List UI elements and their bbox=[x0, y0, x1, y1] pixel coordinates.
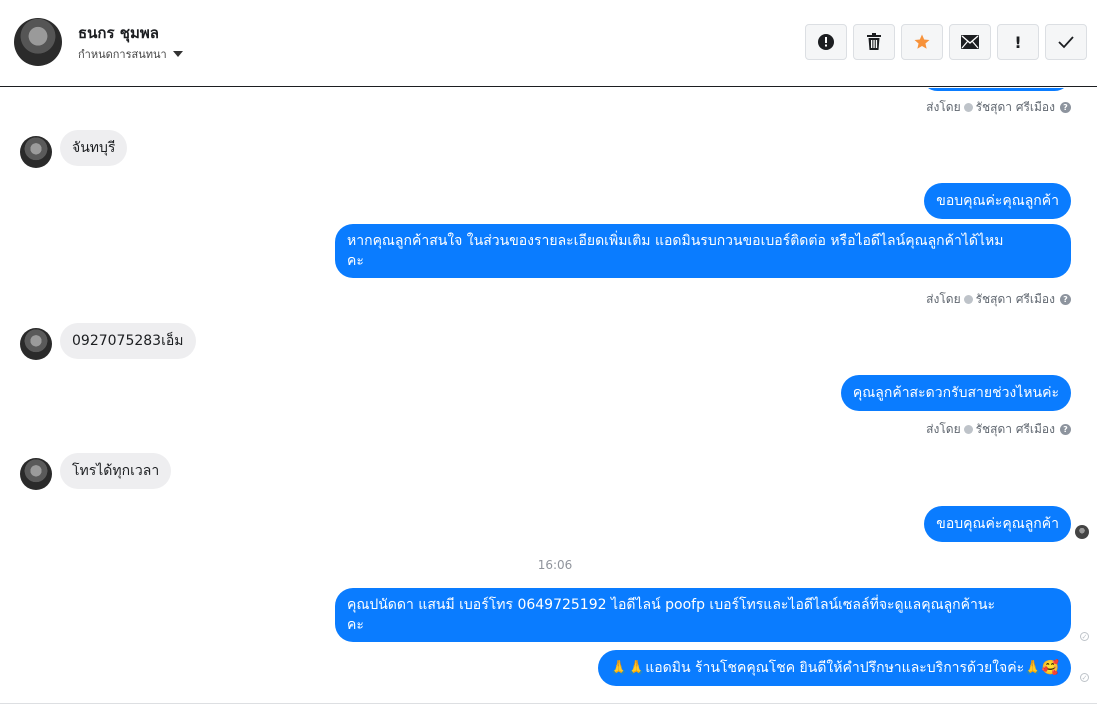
follow-up-button[interactable]: ! bbox=[997, 24, 1039, 60]
contact-avatar[interactable] bbox=[14, 18, 62, 66]
message-line: คะ bbox=[347, 617, 364, 633]
outgoing-message[interactable]: ขอบคุณค่ะคุณลูกค้า bbox=[924, 506, 1071, 542]
header-toolbar: ! bbox=[805, 24, 1087, 60]
help-icon[interactable]: ? bbox=[1060, 424, 1071, 435]
conversation-schedule-label: กำหนดการสนทนา bbox=[78, 48, 167, 61]
incoming-message[interactable]: โทรได้ทุกเวลา bbox=[60, 453, 172, 489]
previous-outgoing-bubble bbox=[921, 88, 1071, 91]
incoming-message[interactable]: 0927075283เอ็ม bbox=[60, 323, 196, 359]
contact-name[interactable]: ธนกร ชุมพล bbox=[78, 21, 159, 45]
message-line: หากคุณลูกค้าสนใจ ในส่วนของรายละเอียดเพิ่… bbox=[347, 233, 1004, 249]
outgoing-message[interactable]: ขอบคุณค่ะคุณลูกค้า bbox=[924, 183, 1071, 219]
conversation-schedule-dropdown[interactable]: กำหนดการสนทนา bbox=[78, 45, 183, 63]
exclamation-icon: ! bbox=[1014, 32, 1022, 52]
sent-by-label: ส่งโดย รัชสุดา ศรีเมือง ? bbox=[926, 98, 1071, 117]
help-icon[interactable]: ? bbox=[1060, 294, 1071, 305]
sent-by-agent: รัชสุดา ศรีเมือง bbox=[975, 292, 1055, 306]
sent-by-agent: รัชสุดา ศรีเมือง bbox=[975, 100, 1055, 114]
mark-done-button[interactable] bbox=[1045, 24, 1087, 60]
caret-down-icon bbox=[172, 51, 183, 57]
timestamp-separator: 16:06 bbox=[537, 558, 573, 572]
sent-by-prefix: ส่งโดย bbox=[926, 292, 961, 306]
agent-dot-icon bbox=[963, 295, 973, 304]
delete-button[interactable] bbox=[853, 24, 895, 60]
outgoing-message[interactable]: หากคุณลูกค้าสนใจ ในส่วนของรายละเอียดเพิ่… bbox=[335, 224, 1071, 278]
email-button[interactable] bbox=[949, 24, 991, 60]
message-thread[interactable]: ส่งโดย รัชสุดา ศรีเมือง ? จันทบุรี ขอบคุ… bbox=[0, 88, 1097, 707]
agent-dot-icon bbox=[963, 425, 973, 434]
agent-dot-icon bbox=[963, 103, 973, 112]
check-icon bbox=[1058, 36, 1074, 49]
outgoing-message[interactable]: 🙏🙏แอดมิน ร้านโชคคุณโชค ยินดีให้คำปรึกษาแ… bbox=[598, 650, 1071, 686]
sent-by-prefix: ส่งโดย bbox=[926, 100, 961, 114]
sent-status-icon: ✓ bbox=[1080, 673, 1089, 682]
alert-circle-icon bbox=[818, 34, 834, 50]
message-line: คะ bbox=[347, 253, 364, 269]
help-icon[interactable]: ? bbox=[1060, 102, 1071, 113]
incoming-message[interactable]: จันทบุรี bbox=[60, 130, 128, 166]
sent-status-icon: ✓ bbox=[1080, 632, 1089, 641]
star-button[interactable] bbox=[901, 24, 943, 60]
envelope-icon bbox=[961, 35, 979, 49]
composer-divider bbox=[0, 703, 1097, 708]
sender-avatar bbox=[20, 136, 52, 168]
sent-by-agent: รัชสุดา ศรีเมือง bbox=[975, 422, 1055, 436]
mark-spam-button[interactable] bbox=[805, 24, 847, 60]
outgoing-message[interactable]: คุณปนัดดา แสนมี เบอร์โทร 0649725192 ไอดี… bbox=[335, 588, 1071, 642]
sender-avatar bbox=[20, 458, 52, 490]
message-line: คุณปนัดดา แสนมี เบอร์โทร 0649725192 ไอดี… bbox=[347, 597, 995, 613]
sender-avatar bbox=[20, 328, 52, 360]
star-icon bbox=[914, 34, 930, 49]
read-receipt-avatar bbox=[1075, 525, 1089, 539]
sent-by-label: ส่งโดย รัชสุดา ศรีเมือง ? bbox=[926, 420, 1071, 439]
conversation-header: ธนกร ชุมพล กำหนดการสนทนา ! bbox=[0, 0, 1097, 87]
sent-by-prefix: ส่งโดย bbox=[926, 422, 961, 436]
outgoing-message[interactable]: คุณลูกค้าสะดวกรับสายช่วงไหนค่ะ bbox=[840, 375, 1071, 411]
trash-icon bbox=[867, 33, 881, 50]
sent-by-label: ส่งโดย รัชสุดา ศรีเมือง ? bbox=[926, 290, 1071, 309]
